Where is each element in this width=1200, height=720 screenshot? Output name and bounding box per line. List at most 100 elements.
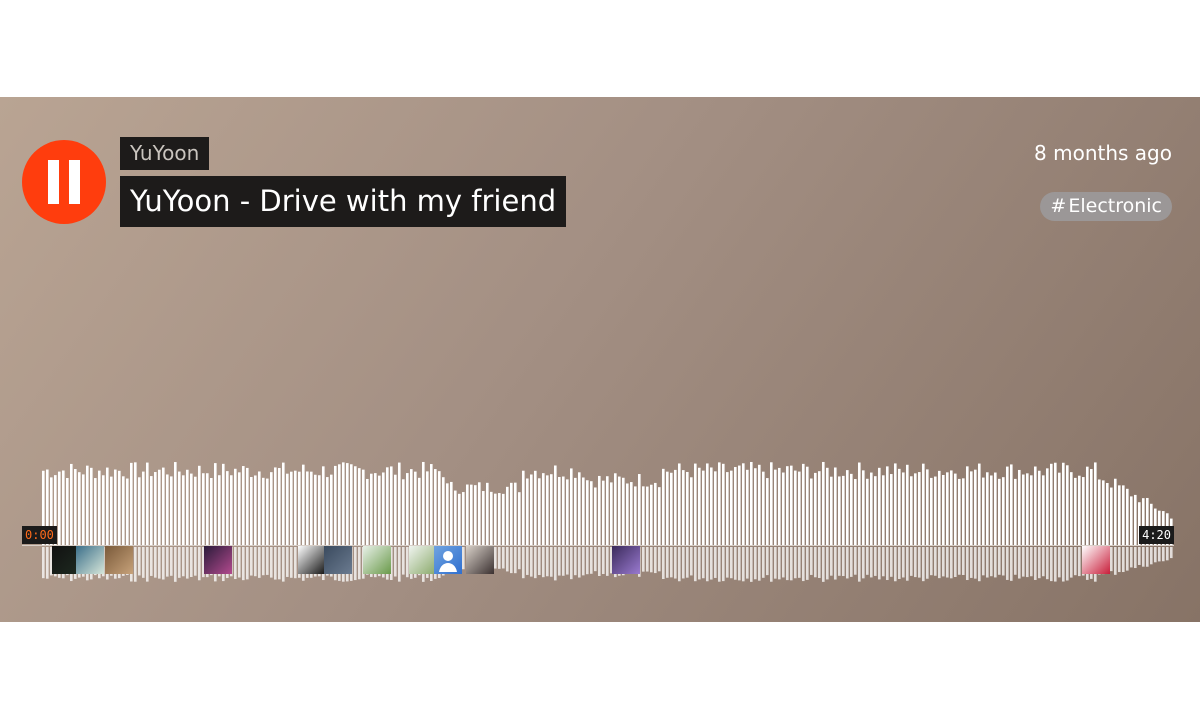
waveform-bar bbox=[154, 472, 157, 545]
waveform-bar bbox=[638, 474, 641, 545]
waveform-bar bbox=[1082, 477, 1085, 545]
waveform-bar bbox=[130, 462, 133, 545]
waveform-bar bbox=[650, 484, 653, 545]
waveform-bar bbox=[670, 472, 673, 545]
waveform-bar bbox=[798, 471, 801, 545]
waveform-bar bbox=[462, 492, 465, 545]
waveform-bar bbox=[486, 482, 489, 545]
waveform-bar bbox=[694, 463, 697, 545]
comment-avatar[interactable] bbox=[612, 546, 640, 574]
waveform-bar bbox=[242, 466, 245, 545]
waveform-bar bbox=[846, 470, 849, 545]
comment-avatar-default[interactable] bbox=[434, 546, 462, 574]
waveform-bar bbox=[826, 467, 829, 545]
waveform-bar bbox=[362, 469, 365, 545]
waveform-bar bbox=[562, 476, 565, 545]
waveform-bar bbox=[474, 485, 477, 545]
waveform-bar bbox=[214, 463, 217, 545]
waveform-bar bbox=[1126, 488, 1129, 545]
waveform-bar bbox=[450, 481, 453, 545]
comment-avatar[interactable] bbox=[298, 546, 326, 574]
waveform-bar bbox=[646, 486, 649, 545]
waveform-bar bbox=[966, 466, 969, 545]
waveform-bar bbox=[470, 484, 473, 545]
waveform-bar bbox=[198, 465, 201, 545]
waveform-bar bbox=[1098, 479, 1101, 545]
waveform-bar bbox=[1066, 465, 1069, 545]
waveform-bar bbox=[258, 471, 261, 545]
waveform-bar bbox=[118, 470, 121, 545]
waveform-bar bbox=[142, 471, 145, 545]
comment-avatar[interactable] bbox=[324, 546, 352, 574]
waveform-bar bbox=[710, 467, 713, 545]
waveform-bar bbox=[722, 463, 725, 545]
waveform-bar bbox=[1042, 475, 1045, 545]
waveform-bar bbox=[282, 462, 285, 545]
waveform-bar bbox=[186, 469, 189, 545]
waveform-bar bbox=[574, 477, 577, 545]
comment-avatar[interactable] bbox=[466, 546, 494, 574]
genre-tag[interactable]: # Electronic bbox=[1040, 192, 1172, 221]
track-title[interactable]: YuYoon - Drive with my friend bbox=[120, 176, 567, 227]
waveform-bar bbox=[146, 462, 149, 545]
waveform-bar bbox=[66, 478, 69, 545]
waveform-bar bbox=[410, 469, 413, 545]
comment-avatar[interactable] bbox=[204, 546, 232, 574]
waveform-bar bbox=[578, 472, 581, 545]
waveform-bar bbox=[766, 478, 769, 545]
waveform-bar bbox=[502, 493, 505, 545]
waveform-bar bbox=[326, 477, 329, 545]
waveform-bar bbox=[70, 463, 73, 545]
comment-avatar[interactable] bbox=[409, 546, 437, 574]
waveform-bar bbox=[842, 475, 845, 545]
waveform-bar bbox=[662, 468, 665, 545]
waveform-bar bbox=[102, 475, 105, 545]
pause-icon bbox=[48, 160, 59, 204]
waveform-bar bbox=[810, 478, 813, 545]
waveform-bar bbox=[86, 465, 89, 545]
waveform-bar bbox=[938, 470, 941, 545]
waveform-bar bbox=[930, 477, 933, 545]
waveform-bar bbox=[74, 469, 77, 545]
waveform-bar bbox=[1046, 468, 1049, 545]
comment-avatar[interactable] bbox=[105, 546, 133, 574]
waveform-bar bbox=[98, 470, 101, 545]
pause-button[interactable] bbox=[22, 140, 106, 224]
waveform-bar bbox=[906, 464, 909, 545]
waveform-bar bbox=[1086, 466, 1089, 545]
waveform-bar bbox=[794, 470, 797, 545]
waveform-bar bbox=[1034, 466, 1037, 545]
waveform-bar bbox=[818, 471, 821, 545]
artist-name[interactable]: YuYoon bbox=[120, 137, 210, 170]
waveform-bar bbox=[1094, 462, 1097, 545]
waveform-bar bbox=[1050, 463, 1053, 545]
waveform-bar bbox=[1054, 462, 1057, 545]
hash-icon: # bbox=[1050, 195, 1067, 217]
comment-avatar[interactable] bbox=[1082, 546, 1110, 574]
waveform-bar bbox=[618, 476, 621, 545]
waveform-bar bbox=[386, 467, 389, 545]
waveform-bar bbox=[202, 473, 205, 545]
comment-avatar[interactable] bbox=[363, 546, 391, 574]
waveform-bar bbox=[822, 461, 825, 545]
waveform-bar bbox=[1010, 464, 1013, 545]
waveform-bar bbox=[382, 472, 385, 545]
waveform-bar bbox=[526, 478, 529, 545]
waveform-bar bbox=[298, 471, 301, 545]
waveform-bar bbox=[974, 469, 977, 545]
waveform-bar bbox=[986, 472, 989, 545]
waveform-bar bbox=[978, 463, 981, 545]
waveform-bar bbox=[294, 470, 297, 545]
waveform-bar bbox=[430, 464, 433, 545]
waveform-bar bbox=[850, 473, 853, 545]
waveform-bar bbox=[518, 492, 521, 545]
waveform-bar bbox=[138, 477, 141, 545]
waveform-bar bbox=[1022, 474, 1025, 545]
waveform-bar bbox=[354, 466, 357, 545]
waveform-bar bbox=[726, 472, 729, 545]
comment-avatar[interactable] bbox=[76, 546, 104, 574]
waveform-bar bbox=[658, 487, 661, 545]
waveform-bar bbox=[830, 476, 833, 545]
waveform-bar bbox=[1102, 480, 1105, 545]
waveform-bar bbox=[834, 467, 837, 545]
